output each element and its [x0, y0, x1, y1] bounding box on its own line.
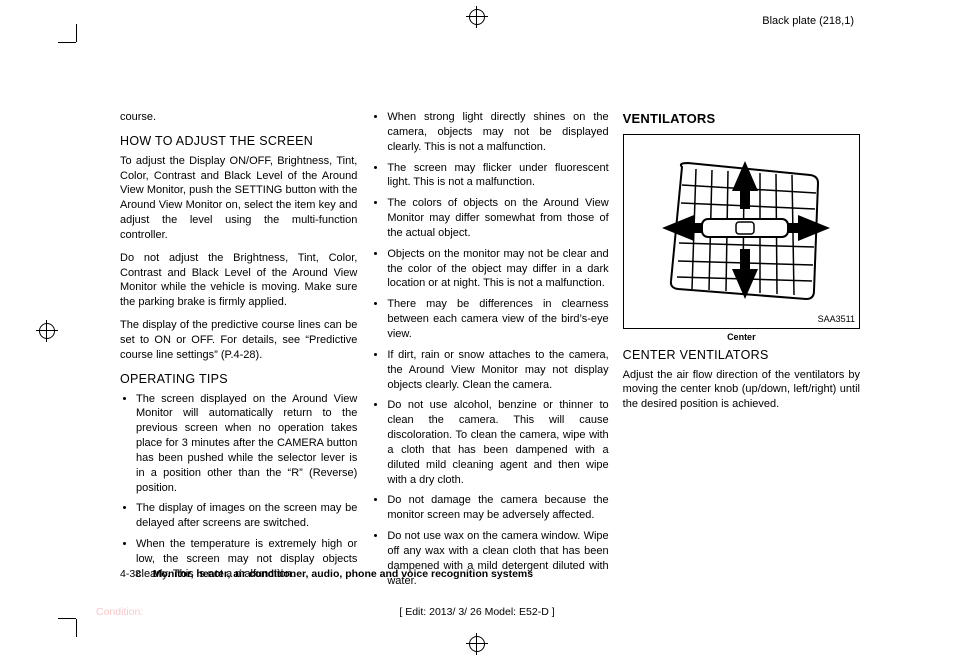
- bullet-item: There may be differences in clearness be…: [387, 297, 608, 342]
- heading-center-ventilators: CENTER VENTILATORS: [623, 347, 860, 364]
- heading-how-to-adjust: HOW TO ADJUST THE SCREEN: [120, 133, 357, 150]
- content-columns: course. HOW TO ADJUST THE SCREEN To adju…: [120, 110, 860, 570]
- bullet-list: When strong light directly shines on the…: [371, 110, 608, 588]
- para: The display of the predictive course lin…: [120, 318, 357, 363]
- edit-info: [ Edit: 2013/ 3/ 26 Model: E52-D ]: [0, 605, 954, 619]
- column-1: course. HOW TO ADJUST THE SCREEN To adju…: [120, 110, 357, 570]
- para: Do not adjust the Brightness, Tint, Colo…: [120, 251, 357, 310]
- para: To adjust the Display ON/OFF, Brightness…: [120, 154, 357, 243]
- bullet-item: Do not damage the camera because the mon…: [387, 493, 608, 523]
- column-3: VENTILATORS: [623, 110, 860, 570]
- page: Black plate (218,1) course. HOW TO ADJUS…: [0, 0, 954, 661]
- registration-mark-top: [466, 6, 488, 28]
- crop-mark: [58, 42, 76, 43]
- bullet-item: Do not use alcohol, benzine or thinner t…: [387, 398, 608, 487]
- bullet-item: The display of images on the screen may …: [136, 501, 357, 531]
- ventilator-diagram-icon: [654, 149, 834, 309]
- bullet-item: When strong light directly shines on the…: [387, 110, 608, 155]
- crop-mark: [76, 619, 77, 637]
- figure-caption: Center: [623, 331, 860, 343]
- registration-mark-bottom: [466, 633, 488, 655]
- crop-mark: [76, 24, 77, 42]
- figure-center-ventilator: SAA3511: [623, 134, 860, 329]
- bullet-item: If dirt, rain or snow attaches to the ca…: [387, 348, 608, 393]
- plate-label: Black plate (218,1): [762, 14, 854, 29]
- column-2: When strong light directly shines on the…: [371, 110, 608, 570]
- page-footer: 4-38 Monitor, heater, air conditioner, a…: [120, 567, 860, 581]
- bullet-item: The screen displayed on the Around View …: [136, 392, 357, 496]
- section-heading-ventilators: VENTILATORS: [623, 110, 860, 128]
- bullet-item: Objects on the monitor may not be clear …: [387, 247, 608, 292]
- lead-fragment: course.: [120, 110, 357, 125]
- figure-code: SAA3511: [818, 313, 855, 325]
- bullet-item: The colors of objects on the Around View…: [387, 196, 608, 241]
- bullet-list: The screen displayed on the Around View …: [120, 392, 357, 582]
- page-number: 4-38: [120, 568, 141, 580]
- heading-operating-tips: OPERATING TIPS: [120, 371, 357, 388]
- para: Adjust the air flow direction of the ven…: [623, 368, 860, 413]
- registration-mark-left: [36, 320, 58, 342]
- bullet-item: The screen may flicker under fluorescent…: [387, 161, 608, 191]
- chapter-title: Monitor, heater, air conditioner, audio,…: [153, 568, 533, 580]
